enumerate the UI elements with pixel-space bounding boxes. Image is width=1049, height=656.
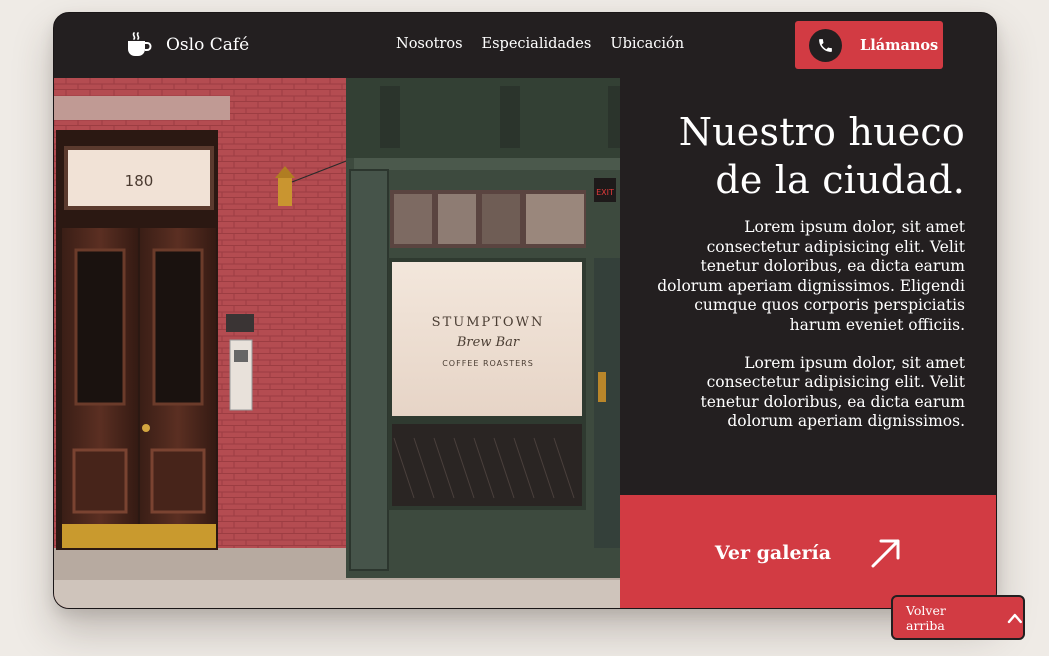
back-to-top-label: Volver arriba [906, 602, 946, 633]
arrow-up-right-icon [871, 539, 900, 567]
call-button-label: Llámanos [860, 36, 939, 54]
hero-card: Oslo Café Nosotros Especialidades Ubicac… [53, 12, 997, 609]
brand[interactable]: Oslo Café [126, 32, 249, 58]
brand-name: Oslo Café [166, 35, 250, 55]
hero-paragraph-2: Lorem ipsum dolor, sit amet consectetur … [700, 353, 965, 431]
exit-sign: EXIT [596, 188, 614, 197]
sign-line-3: COFFEE ROASTERS [442, 359, 534, 368]
coffee-cup-icon [128, 32, 152, 56]
hero-headline: Nuestro hueco de la ciudad. [650, 108, 965, 204]
call-button[interactable]: Llámanos [795, 21, 943, 69]
gallery-button-label: Ver galería [714, 541, 832, 564]
storefront-illustration: 180 EXIT STUMPTOWN Brew Bar COFFEE ROAST… [54, 78, 620, 608]
storefront-photo: 180 EXIT STUMPTOWN Brew Bar COFFEE ROAST… [54, 78, 620, 608]
back-to-top-button[interactable]: Volver arriba [891, 595, 1025, 640]
door-number: 180 [125, 172, 154, 190]
hero-headline-line-2: de la ciudad. [715, 158, 965, 202]
chevron-up-icon [1008, 613, 1023, 623]
hero-headline-line-1: Nuestro hueco [678, 110, 965, 154]
nav-links: Nosotros Especialidades Ubicación [396, 36, 684, 52]
sign-line-1: STUMPTOWN [432, 315, 545, 330]
phone-icon [819, 38, 832, 52]
sign-line-2: Brew Bar [456, 335, 520, 350]
nav-link-ubicacion[interactable]: Ubicación [610, 36, 684, 52]
hero-paragraph-1: Lorem ipsum dolor, sit amet consectetur … [657, 218, 965, 334]
nav-link-nosotros[interactable]: Nosotros [396, 36, 463, 52]
nav-link-especialidades[interactable]: Especialidades [482, 36, 592, 52]
hero-text: Nuestro hueco de la ciudad. Lorem ipsum … [620, 78, 996, 495]
navbar: Oslo Café Nosotros Especialidades Ubicac… [54, 13, 996, 78]
gallery-button[interactable]: Ver galería [620, 495, 996, 608]
phone-icon-wrap [809, 28, 842, 62]
